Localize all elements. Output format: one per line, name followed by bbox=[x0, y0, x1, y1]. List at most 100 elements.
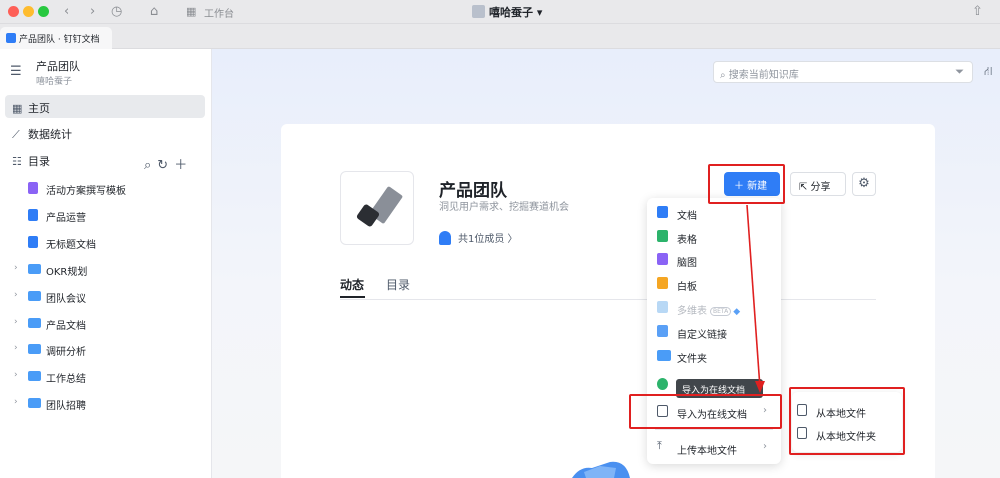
menu-item-upload[interactable]: ⤒ 上传本地文件 › bbox=[647, 437, 781, 459]
menu-item-label: 脑图 bbox=[677, 258, 697, 269]
menu-item-whiteboard[interactable]: 白板 bbox=[647, 273, 781, 295]
tab-catalog[interactable]: 目录 bbox=[386, 276, 410, 293]
doc-icon bbox=[28, 209, 38, 221]
sidebar-subtitle: 嘻哈蚕子 bbox=[36, 77, 73, 87]
tabs-divider bbox=[340, 299, 876, 300]
history-icon[interactable]: ◷ bbox=[111, 4, 122, 20]
doc-icon bbox=[657, 206, 668, 218]
sidebar: ☰ 产品团队 嘻哈蚕子 ▦ 主页 ⟋ 数据统计 ☷ 目录 ⌕↻＋ 活动方案撰写模板 产… bbox=[0, 49, 212, 478]
sidebar-item-home[interactable]: ▦ 主页 bbox=[5, 95, 205, 118]
sidebar-item-label: 主页 bbox=[28, 102, 50, 115]
gear-icon[interactable]: ⚙ bbox=[852, 172, 876, 196]
home-icon[interactable]: ⌂ bbox=[150, 4, 158, 20]
menu-item-label: 白板 bbox=[677, 282, 697, 293]
catalog-tools: ⌕↻＋ bbox=[144, 154, 193, 173]
tree-folder[interactable]: › 团队会议 bbox=[0, 283, 210, 309]
tab-product-team[interactable]: 产品团队 · 钉钉文档 bbox=[0, 27, 112, 49]
menu-icon[interactable]: ☰ bbox=[10, 64, 22, 79]
menu-item-label: 多维表 bbox=[677, 306, 707, 317]
tree-folder[interactable]: › 产品文档 bbox=[0, 310, 210, 336]
sidebar-item-stats[interactable]: ⟋ 数据统计 bbox=[5, 121, 205, 144]
minimize-window-button[interactable] bbox=[23, 6, 34, 17]
menu-item-label: 表格 bbox=[677, 235, 697, 246]
tab-bar: 产品团队 · 钉钉文档 bbox=[0, 24, 1000, 49]
zoom-window-button[interactable] bbox=[38, 6, 49, 17]
members-link[interactable]: 共1位成员 〉 bbox=[439, 230, 518, 245]
workspace-name: 嘻哈蚕子 ▾ bbox=[489, 6, 543, 19]
members-label: 共1位成员 〉 bbox=[458, 234, 518, 245]
upload-icon: ⤒ bbox=[657, 440, 668, 453]
highlight-new-button bbox=[708, 164, 785, 204]
tree-folder[interactable]: › 团队招聘 bbox=[0, 390, 210, 416]
workbench-label[interactable]: 工作台 bbox=[204, 5, 234, 20]
chevron-right-icon[interactable]: › bbox=[14, 263, 18, 273]
outline-icon: ☷ bbox=[12, 155, 22, 168]
tree-folder[interactable]: › 工作总结 bbox=[0, 363, 210, 389]
template-icon bbox=[657, 378, 668, 390]
highlight-submenu bbox=[789, 387, 905, 455]
share-window-icon[interactable]: ⇧ bbox=[972, 4, 983, 20]
chevron-right-icon[interactable]: › bbox=[14, 370, 18, 380]
folder-icon bbox=[28, 264, 41, 274]
menu-item-custom-link[interactable]: 自定义链接 bbox=[647, 321, 781, 343]
tree-item-doc[interactable]: 产品运营 bbox=[0, 202, 210, 228]
menu-item-label: 自定义链接 bbox=[677, 330, 727, 341]
tree-item-label: 产品运营 bbox=[46, 213, 86, 224]
highlight-import-item bbox=[629, 394, 782, 429]
empty-state-illustration bbox=[572, 461, 630, 478]
chart-icon: ⟋ bbox=[12, 128, 20, 141]
menu-item-label: 文件夹 bbox=[677, 354, 707, 365]
refresh-icon[interactable]: ↻ bbox=[157, 158, 174, 173]
mindmap-icon bbox=[657, 253, 668, 265]
filter-icon[interactable]: ⏷ bbox=[955, 65, 964, 79]
multitable-icon bbox=[657, 301, 668, 313]
menu-item-doc[interactable]: 文档 bbox=[647, 202, 781, 224]
sidebar-item-label: 目录 bbox=[28, 155, 50, 168]
sidebar-item-label: 数据统计 bbox=[28, 128, 72, 141]
tree-item-label: 活动方案撰写模板 bbox=[46, 186, 126, 197]
chevron-right-icon[interactable]: › bbox=[14, 397, 18, 407]
dingtalk-docs-icon bbox=[6, 33, 16, 43]
search-icon[interactable]: ⌕ bbox=[144, 158, 157, 173]
back-icon[interactable]: ‹ bbox=[64, 4, 69, 20]
beta-badge: BETA bbox=[710, 307, 732, 316]
chevron-right-icon[interactable]: › bbox=[14, 317, 18, 327]
menu-item-folder[interactable]: 文件夹 bbox=[647, 345, 781, 367]
tree-item-label: 产品文档 bbox=[46, 321, 86, 332]
tab-label: 产品团队 · 钉钉文档 bbox=[19, 35, 100, 45]
chevron-right-icon[interactable]: › bbox=[14, 290, 18, 300]
menu-item-label: 上传本地文件 bbox=[677, 446, 737, 457]
folder-icon bbox=[28, 398, 41, 408]
folder-icon bbox=[28, 291, 41, 301]
org-chart-icon[interactable]: ⛙ bbox=[984, 64, 992, 80]
doc-icon bbox=[28, 236, 38, 248]
chevron-right-icon[interactable]: › bbox=[14, 343, 18, 353]
menu-item-mindmap[interactable]: 脑图 bbox=[647, 249, 781, 271]
menu-item-multitable[interactable]: 多维表 BETA ◆ bbox=[647, 297, 781, 319]
menu-separator bbox=[655, 429, 773, 430]
sidebar-title: 产品团队 bbox=[36, 60, 80, 73]
search-input[interactable]: ⌕ 搜索当前知识库 ⏷ bbox=[713, 61, 973, 83]
diamond-icon: ◆ bbox=[733, 307, 741, 317]
tree-folder[interactable]: › OKR规划 bbox=[0, 256, 210, 282]
search-placeholder: 搜索当前知识库 bbox=[728, 70, 799, 81]
tree-item-label: 无标题文档 bbox=[46, 240, 96, 251]
tree-folder[interactable]: › 调研分析 bbox=[0, 336, 210, 362]
tree-item-doc[interactable]: 无标题文档 bbox=[0, 229, 210, 255]
forward-icon[interactable]: › bbox=[90, 4, 95, 20]
link-icon bbox=[657, 325, 668, 337]
workspace-switcher[interactable]: 嘻哈蚕子 ▾ bbox=[472, 4, 542, 20]
whiteboard-icon bbox=[657, 277, 668, 289]
tab-activity[interactable]: 动态 bbox=[340, 276, 364, 293]
share-button[interactable]: ⇱ 分享 bbox=[790, 172, 846, 196]
add-icon[interactable]: ＋ bbox=[174, 158, 193, 173]
folder-icon bbox=[28, 318, 41, 328]
folder-icon bbox=[28, 344, 41, 354]
close-window-button[interactable] bbox=[8, 6, 19, 17]
tree-item-doc[interactable]: 活动方案撰写模板 bbox=[0, 175, 210, 201]
tree-item-label: OKR规划 bbox=[46, 267, 88, 278]
workbench-icon[interactable]: ▦ bbox=[186, 4, 196, 20]
window-titlebar: ‹ › ◷ ⌂ ▦ 工作台 嘻哈蚕子 ▾ ⇧ bbox=[0, 0, 1000, 24]
menu-item-sheet[interactable]: 表格 bbox=[647, 226, 781, 248]
search-icon: ⌕ bbox=[720, 70, 729, 81]
